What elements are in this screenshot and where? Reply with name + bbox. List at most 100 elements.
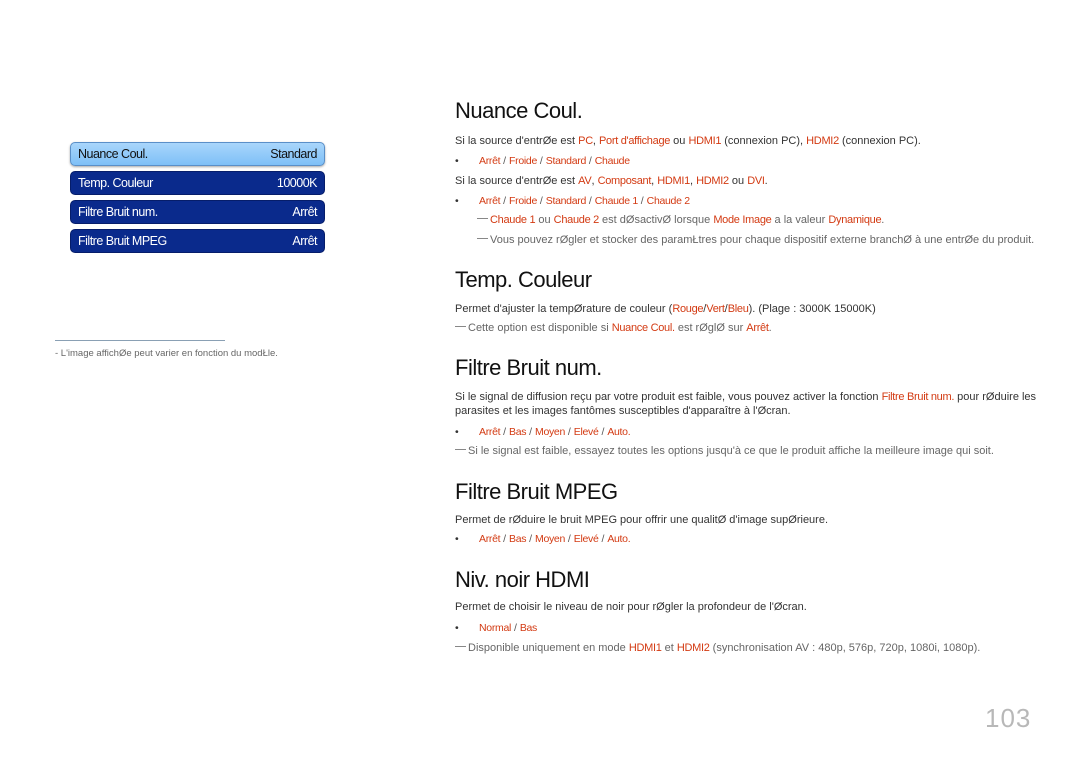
text: . [881, 214, 885, 226]
text: Disponible uniquement en mode [468, 642, 629, 654]
nuance-options-1: • Arrêt / Froide / Standard / Chaude [455, 155, 630, 167]
option: Moyen [535, 533, 566, 545]
bullet-dot: • [455, 622, 459, 634]
bullet-dot: • [455, 533, 459, 545]
highlight: HDMI2 [696, 175, 729, 187]
osd-menu: Nuance Coul. Standard Temp. Couleur 1000… [70, 142, 325, 258]
section-title-filtre-bruit-num: Filtre Bruit num. [455, 355, 602, 380]
section-title-temp-couleur: Temp. Couleur [455, 267, 592, 292]
page-number: 103 [985, 703, 1032, 733]
highlight: Filtre Bruit num. [881, 391, 955, 403]
highlight: DVI [747, 175, 765, 187]
highlight: Chaude 1 [490, 214, 536, 226]
section-title-nuance-coul: Nuance Coul. [455, 98, 583, 123]
nuance-note-1: Chaude 1 ou Chaude 2 est dØsactivØ lorsq… [477, 214, 884, 226]
mpeg-options: • Arrêt / Bas / Moyen / Elevé / Auto. [455, 533, 631, 545]
text: Si la source d'entrØe est [455, 175, 579, 187]
highlight: Rouge [672, 303, 704, 315]
menu-row-filtre-bruit-mpeg: Filtre Bruit MPEG Arrêt [70, 229, 325, 253]
option: Normal [479, 622, 512, 634]
highlight: Port d'affichage [598, 135, 671, 147]
mpeg-paragraph: Permet de rØduire le bruit MPEG pour off… [455, 514, 829, 526]
option: Elevé [573, 426, 599, 438]
option: Froide [509, 155, 537, 167]
hdmi-note: Disponible uniquement en mode HDMI1 et H… [455, 642, 980, 654]
note-dash-icon [455, 449, 466, 450]
highlight: Vert [706, 303, 725, 315]
temp-note: Cette option est disponible si Nuance Co… [455, 322, 772, 334]
text: . [768, 322, 772, 334]
option: Moyen [535, 426, 566, 438]
text: ou [728, 175, 748, 187]
bruit-paragraph-1: Si le signal de diffusion reçu par votre… [455, 391, 1036, 403]
bullet-dot: • [455, 195, 459, 207]
bullet-dot: • [455, 155, 459, 167]
nuance-paragraph-2: Si la source d'entrØe est AV, Composant,… [455, 175, 768, 187]
highlight: Chaude 2 [553, 214, 600, 226]
option: Arrêt [479, 195, 501, 207]
highlight: Arrêt [746, 322, 769, 334]
bruit-note: Si le signal est faible, essayez toutes … [455, 445, 994, 457]
option: Arrêt [479, 155, 501, 167]
highlight: HDMI1 [688, 135, 722, 147]
option: Chaude 1 [594, 195, 638, 207]
temp-paragraph: Permet d'ajuster la tempØrature de coule… [455, 303, 876, 315]
menu-row-label: Filtre Bruit MPEG [78, 234, 167, 248]
hdmi-options: • Normal / Bas [455, 622, 538, 634]
option: Auto. [607, 426, 631, 438]
text: Vous pouvez rØgler et stocker des paramŁ… [490, 234, 1035, 246]
text: a la valeur [771, 214, 829, 226]
note-dash-icon [477, 238, 488, 239]
bruit-paragraph-2: parasites et les images fantômes suscept… [455, 405, 791, 417]
menu-row-temp-couleur: Temp. Couleur 10000K [70, 171, 325, 195]
nuance-options-2: • Arrêt / Froide / Standard / Chaude 1 / … [455, 195, 690, 207]
text: ou [670, 135, 689, 147]
text: Cette option est disponible si [468, 322, 612, 334]
menu-row-label: Nuance Coul. [78, 147, 148, 161]
option: Standard [545, 195, 587, 207]
text: Permet d'ajuster la tempØrature de coule… [455, 303, 673, 315]
text: est rØglØ sur [674, 322, 747, 334]
text: et [661, 642, 677, 654]
option: Chaude [594, 155, 630, 167]
text: pour rØduire les [954, 391, 1037, 403]
menu-row-value: Arrêt [292, 234, 317, 248]
highlight: HDMI2 [806, 135, 839, 147]
option: Froide [509, 195, 537, 207]
option: Elevé [573, 533, 599, 545]
hdmi-paragraph: Permet de choisir le niveau de noir pour… [455, 601, 807, 613]
option: Chaude 2 [646, 195, 690, 207]
option: Auto. [607, 533, 631, 545]
text: ). (Plage : 3000K 15000K) [748, 303, 876, 315]
highlight: HDMI2 [676, 642, 710, 654]
highlight: PC [578, 135, 593, 147]
note-dash-icon [455, 326, 466, 327]
footnote-divider [55, 340, 225, 341]
option: Standard [545, 155, 587, 167]
footnote: - L'image affichØe peut varier en foncti… [55, 348, 278, 359]
option: Bas [509, 533, 527, 545]
menu-row-label: Temp. Couleur [78, 176, 153, 190]
text: (synchronisation AV : 480p, 576p, 720p, … [709, 642, 981, 654]
highlight: Mode Image [713, 214, 772, 226]
menu-row-value: Standard [270, 147, 317, 161]
option: Arrêt [479, 533, 501, 545]
text: . [764, 175, 768, 187]
menu-row-label: Filtre Bruit num. [78, 205, 158, 219]
highlight: Composant [597, 175, 652, 187]
nuance-note-2: Vous pouvez rØgler et stocker des paramŁ… [477, 234, 1034, 246]
highlight: Dynamique [828, 214, 882, 226]
section-title-niv-noir-hdmi: Niv. noir HDMI [455, 567, 590, 592]
bullet-dot: • [455, 426, 459, 438]
option: Arrêt [479, 426, 501, 438]
highlight: HDMI1 [628, 642, 662, 654]
menu-row-value: 10000K [276, 176, 318, 190]
bruit-options: • Arrêt / Bas / Moyen / Elevé / Auto. [455, 426, 631, 438]
section-title-filtre-bruit-mpeg: Filtre Bruit MPEG [455, 479, 618, 504]
text: ou [535, 214, 554, 226]
text: (connexion PC), [721, 135, 807, 147]
menu-row-filtre-bruit-num: Filtre Bruit num. Arrêt [70, 200, 325, 224]
text: Si le signal de diffusion reçu par votre… [455, 391, 882, 403]
text: est dØsactivØ lorsque [598, 214, 714, 226]
highlight: HDMI1 [657, 175, 690, 187]
